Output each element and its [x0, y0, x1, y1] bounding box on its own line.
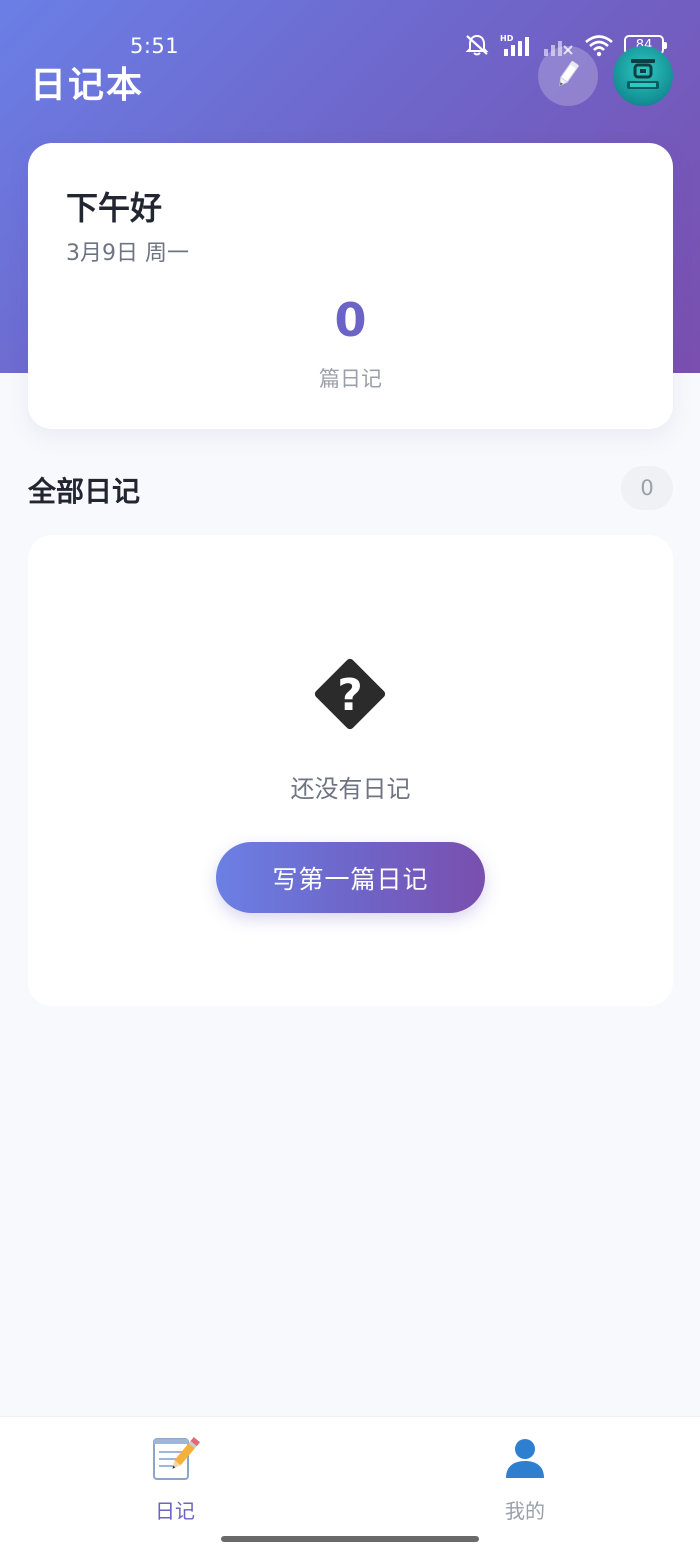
page-title: 日记本 — [30, 65, 145, 106]
empty-state-text: 还没有日记 — [290, 775, 411, 803]
nav-item-mine[interactable]: 我的 — [465, 1433, 585, 1524]
nav-label-mine: 我的 — [505, 1499, 545, 1523]
svg-text:?: ? — [337, 670, 363, 721]
section-count-badge: 0 — [621, 466, 673, 510]
user-icon — [465, 1433, 585, 1483]
write-first-diary-button[interactable]: 写第一篇日记 — [216, 842, 485, 913]
avatar-icon — [621, 52, 665, 100]
write-diary-button[interactable] — [538, 46, 598, 106]
pencil-icon — [553, 59, 583, 93]
summary-card: 下午好 3月9日 周一 0 篇日记 — [28, 143, 673, 429]
nav-item-diary[interactable]: 日记 — [115, 1433, 235, 1524]
svg-text:HD: HD — [500, 34, 514, 43]
empty-state-card: ? 还没有日记 写第一篇日记 — [28, 535, 673, 1006]
greeting-text: 下午好 — [66, 189, 163, 227]
memo-icon — [115, 1433, 235, 1483]
status-time: 5:51 — [130, 34, 180, 58]
date-text: 3月9日 周一 — [66, 241, 189, 266]
section-title: 全部日记 — [28, 475, 141, 508]
nav-label-diary: 日记 — [155, 1499, 195, 1523]
hd-signal-icon: HD — [500, 33, 532, 57]
diary-count: 0 — [334, 293, 367, 347]
bottom-nav: 日记 我的 — [0, 1416, 700, 1555]
mute-icon — [464, 33, 490, 57]
diary-count-label: 篇日记 — [319, 367, 382, 391]
home-indicator[interactable] — [221, 1536, 479, 1542]
avatar[interactable] — [613, 46, 673, 106]
app-screen: 5:51 HD 84 日记本 下午好 3月9日 周一 0 篇日记 全部日记 0 … — [0, 0, 700, 1555]
question-diamond-icon: ? — [306, 650, 394, 738]
